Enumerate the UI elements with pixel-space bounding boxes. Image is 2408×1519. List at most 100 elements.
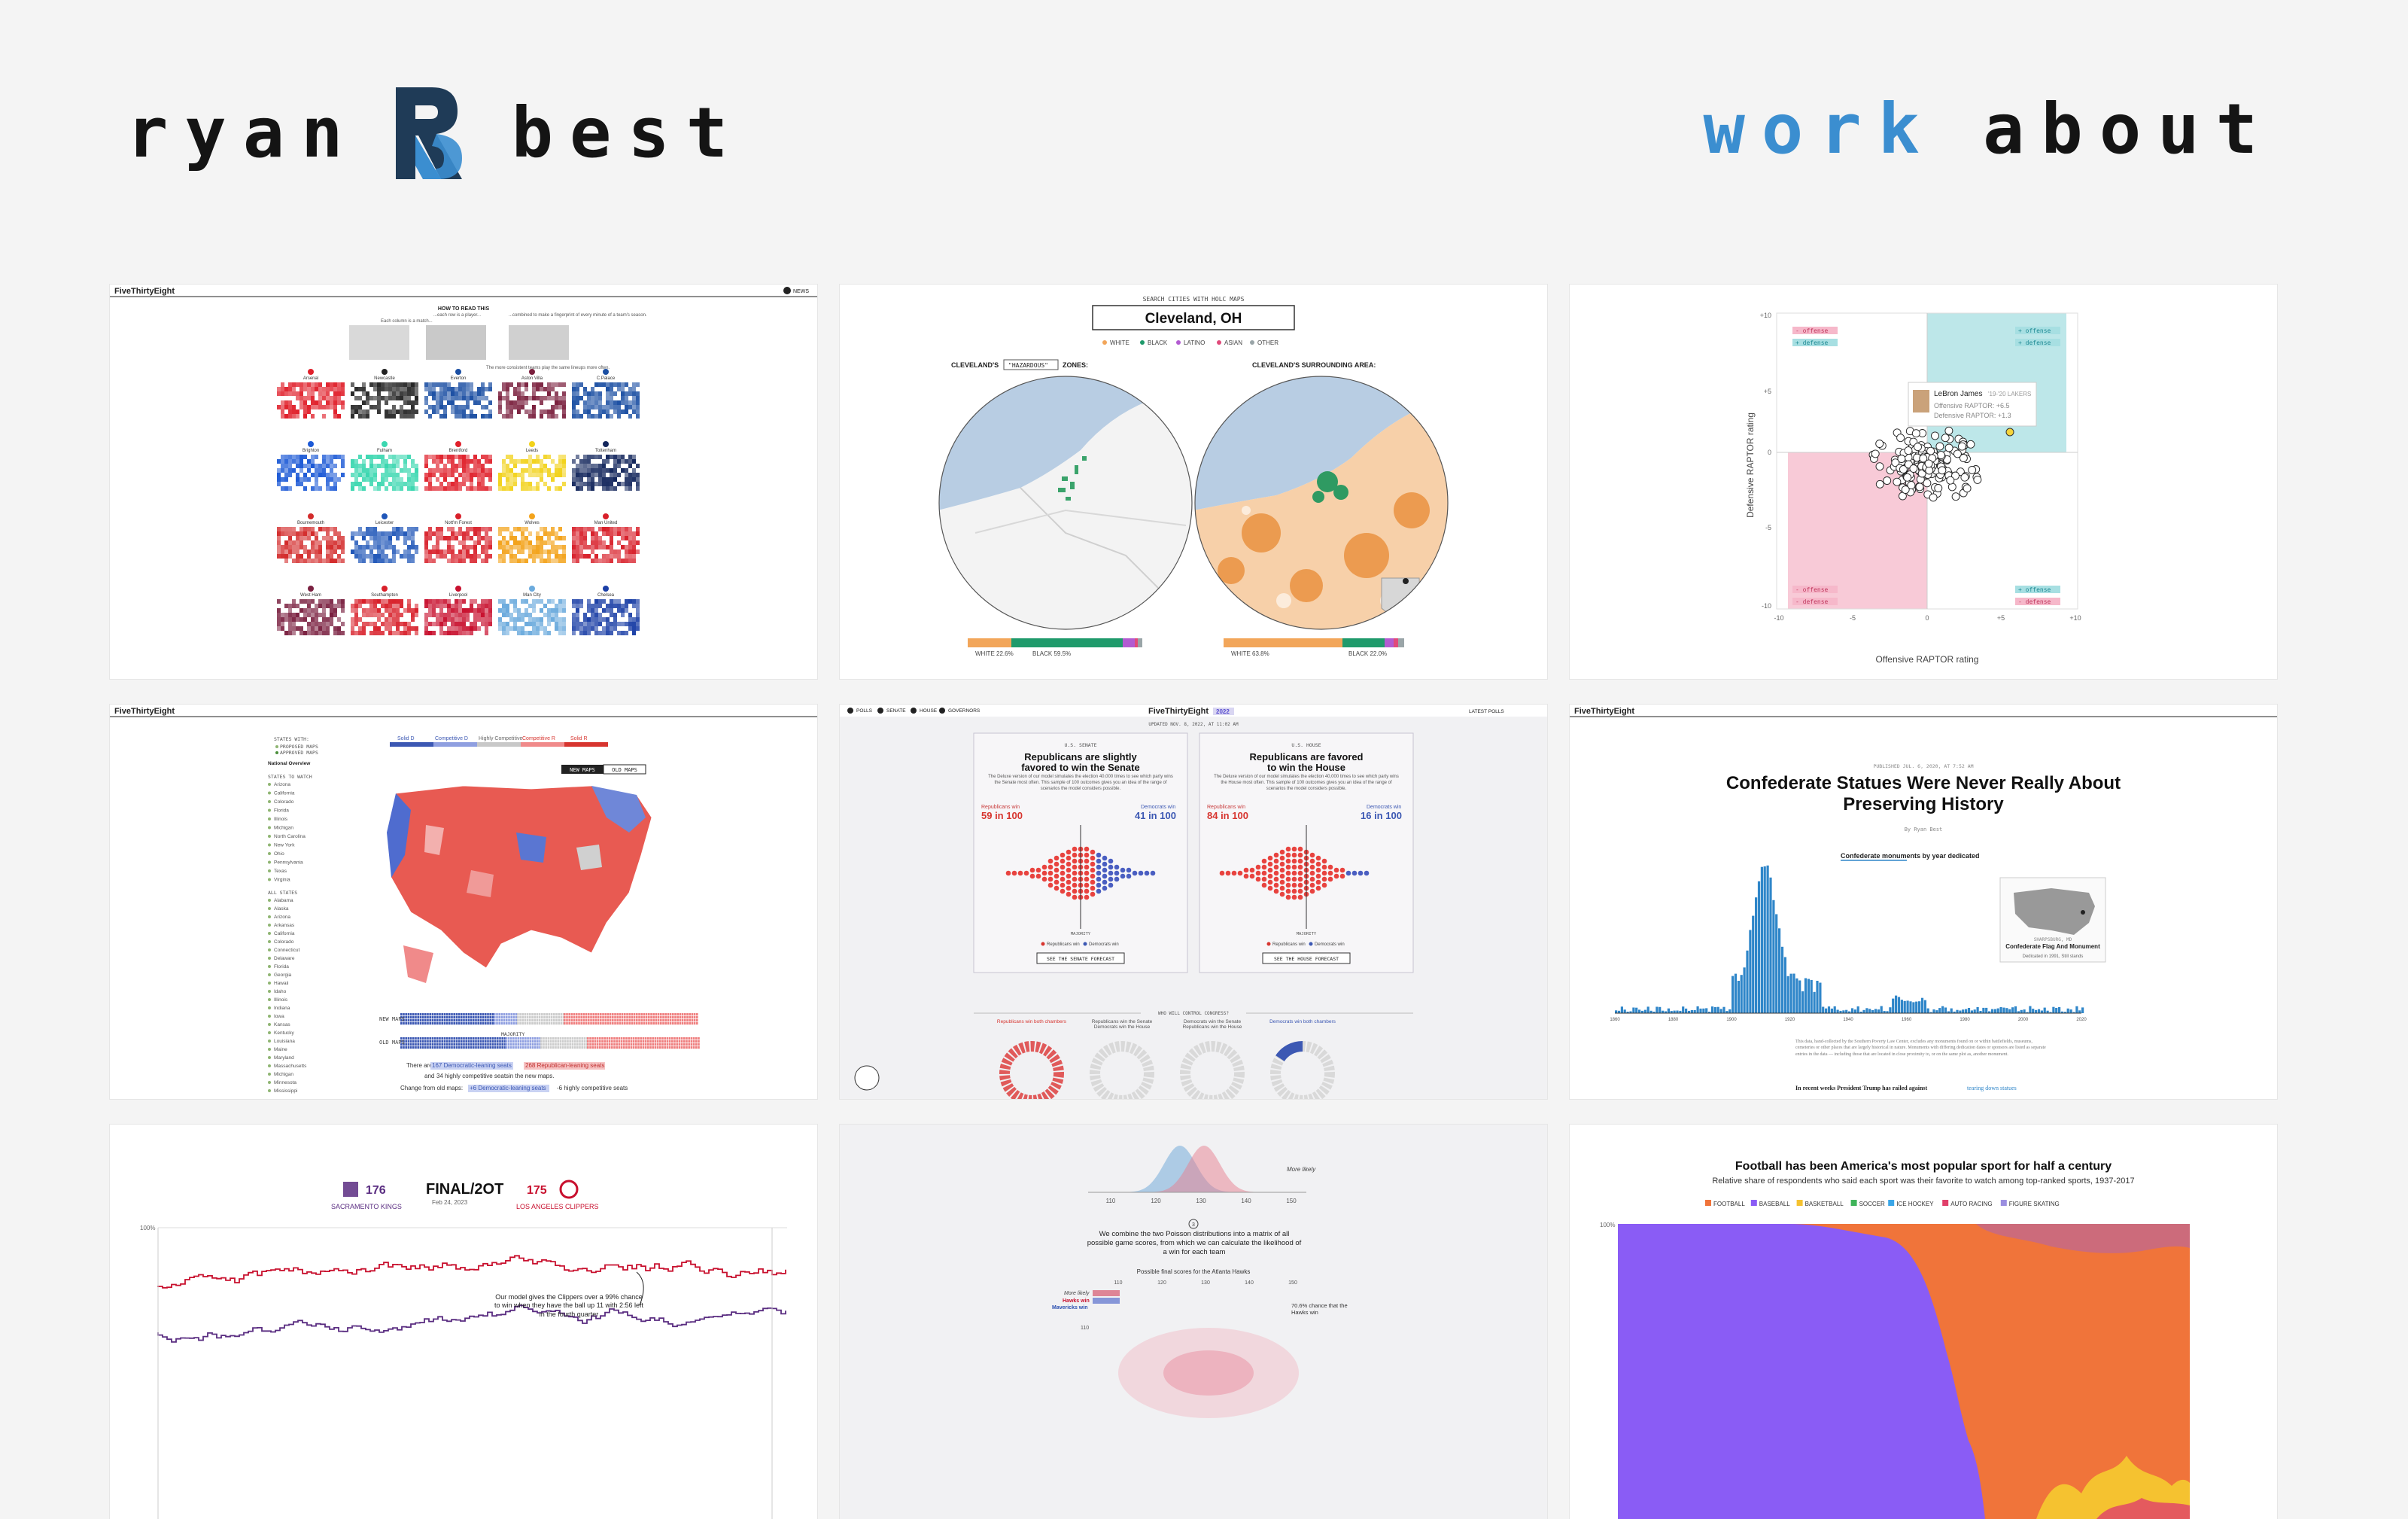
year-bar[interactable]: [1752, 915, 1755, 1013]
year-bar[interactable]: [1990, 1009, 1994, 1013]
year-bar[interactable]: [2058, 1007, 2061, 1013]
year-bar[interactable]: [1892, 998, 1895, 1013]
state-link[interactable]: Texas: [274, 869, 287, 874]
year-bar[interactable]: [1903, 1000, 1906, 1013]
year-bar[interactable]: [1836, 1009, 1839, 1014]
year-bar[interactable]: [1615, 1010, 1618, 1013]
year-bar[interactable]: [1906, 1000, 1909, 1013]
year-bar[interactable]: [1819, 982, 1822, 1014]
year-bar[interactable]: [1719, 1009, 1722, 1013]
team-fingerprint[interactable]: Arsenal: [277, 369, 345, 419]
year-bar[interactable]: [1856, 1006, 1859, 1013]
year-bar[interactable]: [1871, 1009, 1874, 1013]
year-bar[interactable]: [1693, 1010, 1696, 1013]
team-fingerprint[interactable]: Tottenham: [572, 441, 640, 491]
year-bar[interactable]: [1950, 1008, 1953, 1013]
team-fingerprint[interactable]: Southampton: [351, 586, 418, 635]
year-bar[interactable]: [1789, 973, 1792, 1013]
year-bar[interactable]: [2005, 1008, 2008, 1013]
year-bar[interactable]: [1757, 881, 1761, 1013]
state-link[interactable]: Delaware: [274, 956, 295, 961]
state-link[interactable]: Alabama: [274, 898, 293, 903]
year-bar[interactable]: [1810, 979, 1813, 1013]
year-bar[interactable]: [1766, 865, 1769, 1013]
year-bar[interactable]: [1996, 1008, 1999, 1013]
year-bar[interactable]: [2032, 1009, 2035, 1013]
year-bar[interactable]: [1868, 1009, 1871, 1013]
player-dot[interactable]: [1953, 449, 1962, 458]
team-fingerprint[interactable]: Man United: [572, 513, 640, 563]
state-link[interactable]: Ohio: [274, 851, 284, 857]
year-bar[interactable]: [1755, 897, 1758, 1013]
year-bar[interactable]: [1713, 1006, 1716, 1013]
project-card-confederate-statues[interactable]: FiveThirtyEight PUBLISHED JUL. 6, 2020, …: [1570, 705, 2277, 1099]
year-bar[interactable]: [1897, 997, 1901, 1014]
year-bar[interactable]: [1682, 1006, 1685, 1013]
team-fingerprint[interactable]: Wolves: [498, 513, 566, 563]
state-link[interactable]: Iowa: [274, 1014, 284, 1019]
state-link[interactable]: Georgia: [274, 973, 292, 978]
year-bar[interactable]: [1842, 1010, 1845, 1013]
year-bar[interactable]: [1734, 973, 1738, 1013]
player-dot[interactable]: [1871, 449, 1880, 458]
player-dot[interactable]: [1901, 486, 1910, 494]
year-bar[interactable]: [1999, 1007, 2002, 1013]
project-card-redlining[interactable]: SEARCH CITIES WITH HOLC MAPS Cleveland, …: [840, 285, 1547, 679]
year-bar[interactable]: [1702, 1008, 1705, 1013]
state-link[interactable]: Hawaii: [274, 981, 289, 986]
year-bar[interactable]: [1912, 1002, 1915, 1013]
year-bar[interactable]: [1659, 1006, 1662, 1013]
year-bar[interactable]: [1743, 967, 1746, 1013]
year-bar[interactable]: [1822, 1006, 1825, 1014]
year-bar[interactable]: [1909, 1001, 1912, 1013]
player-dot[interactable]: [1914, 443, 1922, 452]
player-dot[interactable]: [1935, 442, 1944, 451]
player-dot[interactable]: [1931, 431, 1939, 440]
player-dot[interactable]: [1941, 434, 1950, 443]
year-bar[interactable]: [1889, 1007, 1892, 1013]
state-link[interactable]: Virginia: [274, 878, 290, 883]
year-bar[interactable]: [1920, 997, 1924, 1013]
player-dot[interactable]: [1875, 479, 1884, 489]
project-card-redistricting[interactable]: FiveThirtyEight STATES WITH: PROPOSED MA…: [110, 705, 817, 1099]
project-card-premier-league[interactable]: FiveThirtyEight NEWS HOW TO READ THIS Ea…: [110, 285, 817, 679]
player-dot[interactable]: [1938, 466, 1947, 475]
state-link[interactable]: Arkansas: [274, 923, 295, 928]
player-dot[interactable]: [1960, 473, 1969, 482]
year-bar[interactable]: [1646, 1006, 1649, 1013]
state-link[interactable]: Arizona: [274, 915, 290, 920]
year-bar[interactable]: [1926, 1008, 1929, 1013]
team-fingerprint[interactable]: Brighton: [277, 441, 345, 491]
state-link[interactable]: Mississippi: [274, 1088, 297, 1094]
state-link[interactable]: Minnesota: [274, 1080, 296, 1085]
svg-text:tearing down statues[interactable]: tearing down statues: [1967, 1085, 2017, 1091]
year-bar[interactable]: [1786, 976, 1789, 1013]
player-dot[interactable]: [1925, 466, 1934, 475]
year-bar[interactable]: [1737, 981, 1740, 1013]
year-bar[interactable]: [1690, 1009, 1693, 1013]
player-dot[interactable]: [1944, 426, 1953, 435]
team-fingerprint[interactable]: Fulham: [351, 441, 418, 491]
player-dot[interactable]: [1944, 443, 1953, 452]
team-fingerprint[interactable]: West Ham: [277, 586, 345, 635]
state-link[interactable]: Kansas: [274, 1022, 290, 1027]
year-bar[interactable]: [1938, 1008, 1941, 1013]
year-bar[interactable]: [1900, 1000, 1903, 1013]
year-bar[interactable]: [1705, 1008, 1708, 1013]
state-link[interactable]: Alaska: [274, 906, 289, 912]
site-logo[interactable]: ryan best: [126, 84, 744, 182]
team-fingerprint[interactable]: Man City: [498, 586, 566, 635]
state-link[interactable]: New York: [274, 843, 295, 848]
year-bar[interactable]: [1935, 1010, 1938, 1013]
year-bar[interactable]: [1827, 1006, 1831, 1013]
state-link[interactable]: Michigan: [274, 1072, 293, 1077]
year-bar[interactable]: [1967, 1008, 1971, 1013]
year-bar[interactable]: [1676, 1010, 1679, 1014]
state-link[interactable]: California: [274, 931, 295, 936]
year-bar[interactable]: [2075, 1006, 2078, 1013]
player-dot[interactable]: [1875, 462, 1884, 471]
state-link[interactable]: Connecticut: [274, 948, 300, 953]
state-link[interactable]: Florida: [274, 808, 289, 814]
state-link[interactable]: California: [274, 791, 295, 796]
year-bar[interactable]: [1918, 1001, 1921, 1013]
